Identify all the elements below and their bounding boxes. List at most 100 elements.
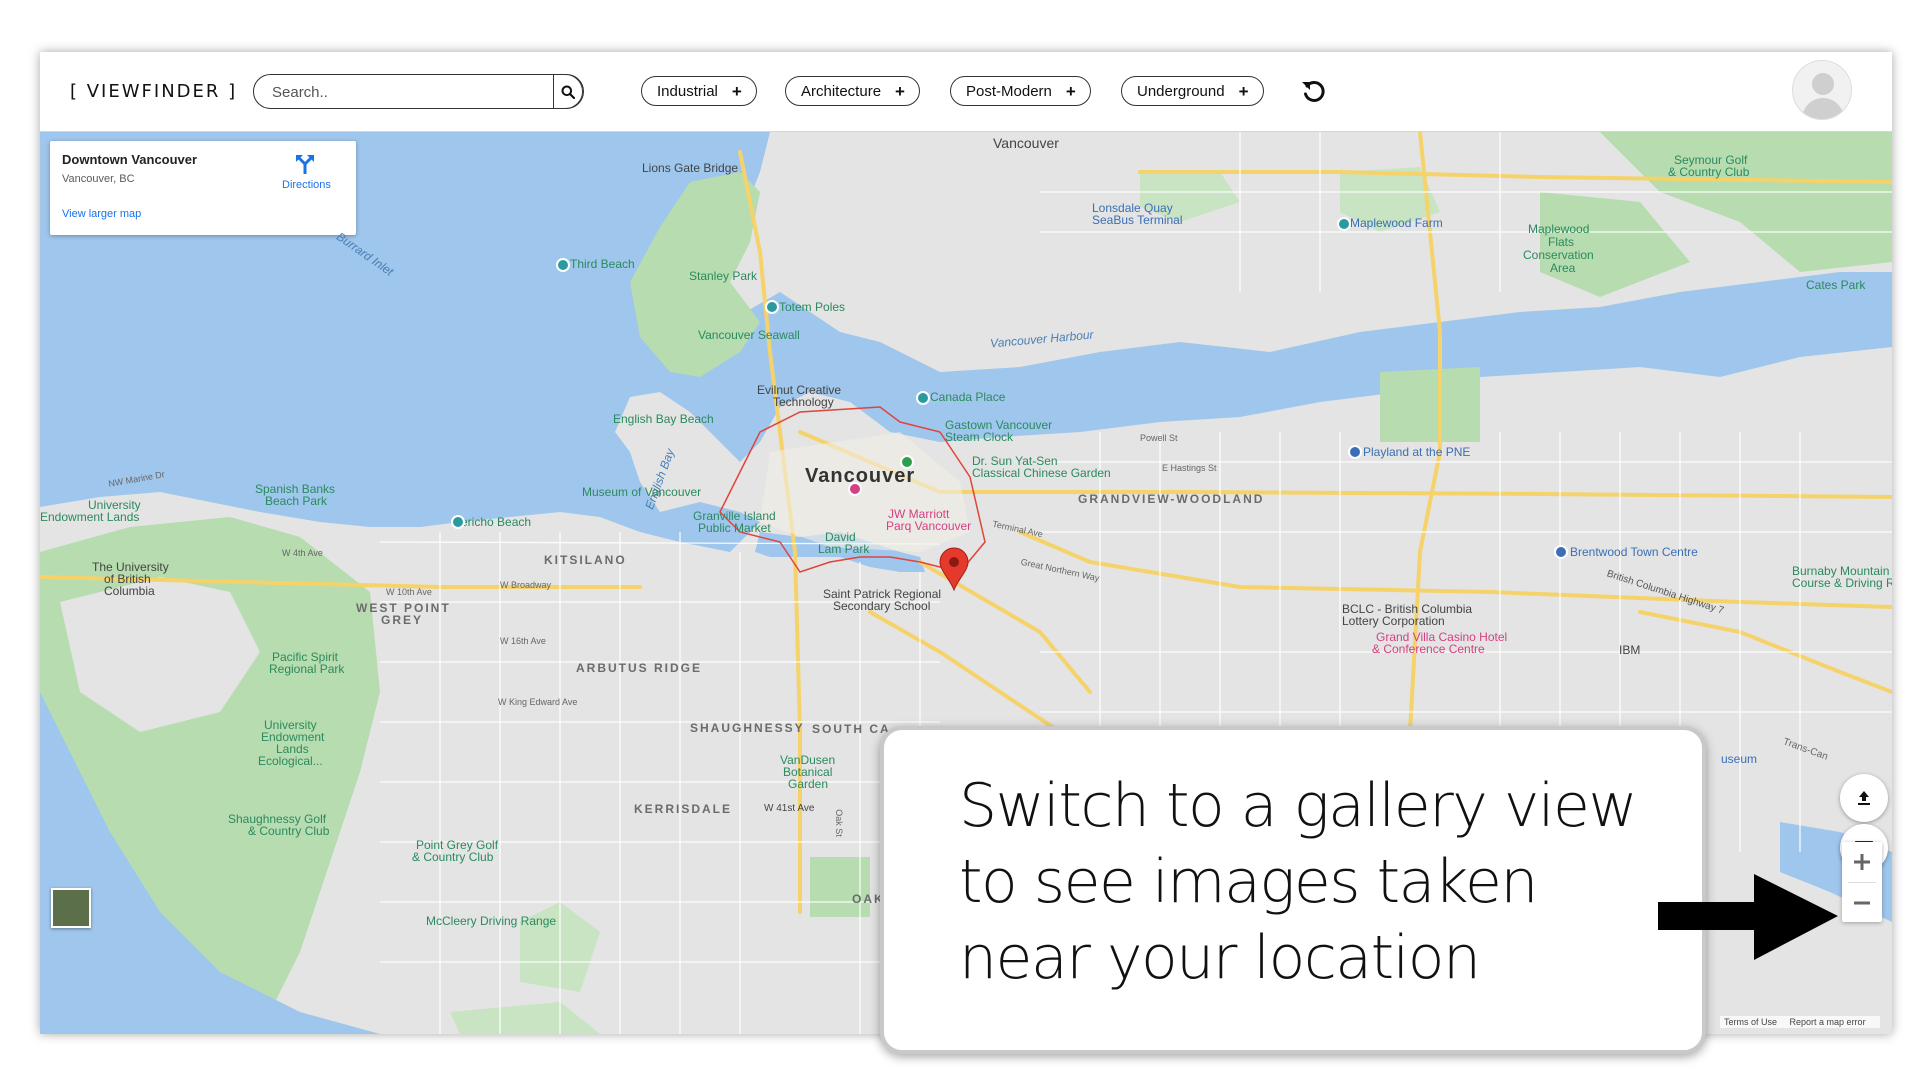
museum-label: Museum of Vancouver: [582, 485, 702, 499]
zoom-out-button[interactable]: [1842, 883, 1882, 923]
poi-marker[interactable]: [900, 455, 914, 469]
plus-icon: +: [1238, 81, 1249, 101]
north-vancouver-label: Vancouver: [993, 135, 1059, 151]
chip-label: Architecture: [801, 82, 882, 100]
totem-poles-label: Totem Poles: [779, 300, 846, 314]
tutorial-callout: Switch to a gallery view to see images t…: [880, 726, 1706, 1054]
museum-partial-label: useum: [1721, 752, 1758, 766]
st-patrick-label-2: Secondary School: [833, 599, 931, 613]
poi-marker[interactable]: [1554, 545, 1568, 559]
uel-label-4: Ecological...: [258, 754, 323, 768]
pointer-arrow-icon: [1658, 874, 1838, 960]
search-icon: [561, 85, 575, 99]
arbutus-ridge-label: ARBUTUS RIDGE: [576, 661, 703, 675]
plus-icon: +: [895, 81, 905, 101]
poi-marker[interactable]: [848, 482, 862, 496]
brentwood-label: Brentwood Town Centre: [1570, 545, 1698, 559]
maplewood-flats-label-2: Flats: [1548, 235, 1575, 249]
chip-label: Post-Modern: [966, 82, 1052, 100]
ibm-label: IBM: [1619, 643, 1641, 657]
street-label-w-king-edward: W King Edward Ave: [498, 697, 578, 707]
top-navbar: [ VIEWFINDER ] Industrial + Architecture…: [40, 52, 1892, 132]
university-label-2: Endowment Lands: [40, 510, 140, 524]
street-label-powell: Powell St: [1140, 433, 1178, 443]
zoom-in-button[interactable]: [1842, 842, 1882, 882]
stanley-park-label: Stanley Park: [689, 269, 758, 283]
directions-icon[interactable]: [294, 153, 316, 175]
refresh-icon[interactable]: [1300, 78, 1328, 106]
zoom-control: [1842, 842, 1882, 922]
maplewood-flats-label-4: Area: [1550, 261, 1576, 275]
english-bay-beach-label: English Bay Beach: [613, 412, 714, 426]
west-point-grey-label-2: GREY: [381, 613, 424, 627]
plus-icon: +: [1065, 81, 1076, 101]
david-lam-label-2: Lam Park: [818, 542, 870, 556]
lonsdale-label-2: SeaBus Terminal: [1092, 213, 1183, 227]
search-input[interactable]: [272, 82, 532, 102]
place-info-card: Downtown Vancouver Vancouver, BC View la…: [50, 141, 356, 235]
poi-marker[interactable]: [556, 258, 570, 272]
poi-marker[interactable]: [451, 515, 465, 529]
app-logo[interactable]: [ VIEWFINDER ]: [70, 81, 237, 102]
shaughnessy-label: SHAUGHNESSY: [690, 721, 805, 735]
kitsilano-label: KITSILANO: [544, 553, 627, 567]
minus-icon: [1854, 901, 1870, 905]
grand-villa-label-2: & Conference Centre: [1372, 642, 1485, 656]
jw-marriott-label-2: Parq Vancouver: [886, 519, 972, 533]
plus-icon: +: [731, 81, 742, 101]
directions-link[interactable]: Directions: [282, 179, 331, 191]
lions-gate-label: Lions Gate Bridge: [642, 161, 739, 175]
seawall-label: Vancouver Seawall: [698, 328, 800, 342]
poi-marker[interactable]: [765, 300, 779, 314]
place-address: Vancouver, BC: [62, 173, 135, 185]
burnaby-mtn-label-2: Course & Driving Rang: [1792, 576, 1892, 590]
upload-icon: [1858, 791, 1870, 805]
street-label-w-10th: W 10th Ave: [386, 587, 432, 597]
seymour-label-2: & Country Club: [1668, 165, 1750, 179]
filter-chip-post-modern[interactable]: Post-Modern +: [950, 76, 1091, 106]
street-label-e-hastings: E Hastings St: [1162, 463, 1217, 473]
pacific-spirit-label-2: Regional Park: [269, 662, 345, 676]
maplewood-flats-label-3: Conservation: [1523, 248, 1594, 262]
evilnut-label-2: Technology: [773, 395, 834, 409]
poi-marker[interactable]: [1348, 445, 1362, 459]
poi-marker[interactable]: [916, 391, 930, 405]
chip-label: Industrial: [657, 82, 718, 100]
search-button[interactable]: [553, 74, 583, 109]
shaughnessy-golf-label-2: & Country Club: [248, 824, 330, 838]
terms-of-use-link[interactable]: Terms of Use: [1724, 1017, 1777, 1027]
third-beach-label: Third Beach: [570, 257, 635, 271]
grandview-label: GRANDVIEW-WOODLAND: [1078, 492, 1265, 506]
sun-yat-sen-label-2: Classical Chinese Garden: [972, 466, 1111, 480]
vandusen-label-3: Garden: [788, 777, 829, 791]
chip-label: Underground: [1137, 82, 1225, 100]
map-footer: Terms of Use Report a map error: [1720, 1016, 1880, 1028]
point-grey-golf-label-2: & Country Club: [412, 850, 494, 864]
view-larger-map-link[interactable]: View larger map: [62, 208, 141, 220]
poi-marker[interactable]: [1337, 217, 1351, 231]
plus-icon: [1854, 854, 1870, 870]
user-avatar[interactable]: [1792, 60, 1852, 120]
south-cambie-label: SOUTH CA: [812, 722, 891, 736]
mccleery-label: McCleery Driving Range: [426, 914, 557, 928]
cates-park-label: Cates Park: [1806, 278, 1866, 292]
filter-chip-underground[interactable]: Underground +: [1121, 76, 1264, 106]
street-label-oak-st: Oak St: [833, 809, 844, 837]
maplewood-farm-label: Maplewood Farm: [1350, 216, 1443, 230]
granville-label-2: Public Market: [698, 521, 771, 535]
ubc-label-3: Columbia: [104, 584, 155, 598]
street-label-w-broadway: W Broadway: [500, 580, 552, 590]
satellite-toggle-thumbnail[interactable]: [51, 888, 91, 928]
user-icon: [1801, 73, 1845, 119]
location-pin-icon[interactable]: [938, 547, 970, 591]
street-label-w-41st: W 41st Ave: [764, 803, 815, 814]
maplewood-flats-label-1: Maplewood: [1528, 222, 1590, 236]
gastown-label-2: Steam Clock: [945, 430, 1014, 444]
canada-place-label: Canada Place: [930, 390, 1006, 404]
place-name: Downtown Vancouver: [62, 152, 198, 167]
report-map-error-link[interactable]: Report a map error: [1790, 1017, 1866, 1027]
filter-chip-industrial[interactable]: Industrial +: [641, 76, 757, 106]
filter-chip-architecture[interactable]: Architecture +: [785, 76, 920, 106]
upload-button[interactable]: [1840, 774, 1888, 822]
bclc-label-2: Lottery Corporation: [1342, 614, 1445, 628]
